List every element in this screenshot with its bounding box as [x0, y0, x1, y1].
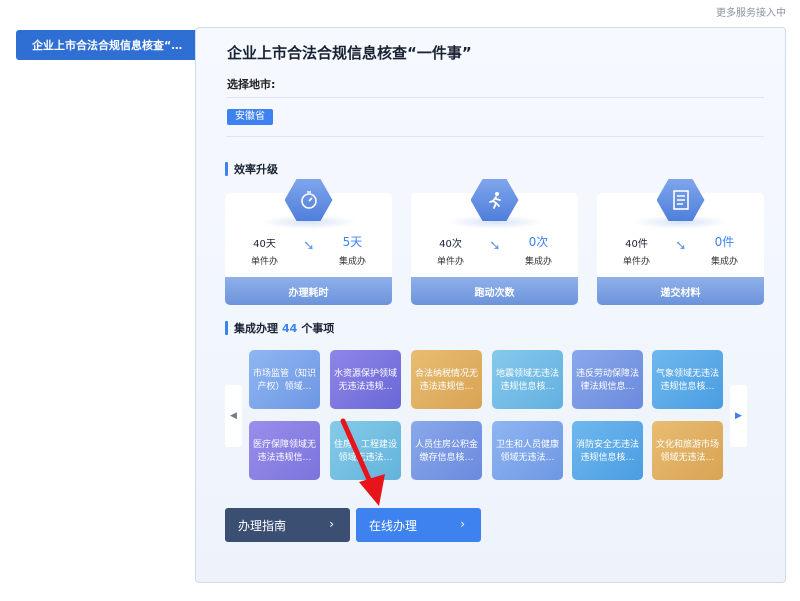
before-label: 单件办 — [251, 257, 279, 267]
efficiency-heading-text: 效率升级 — [234, 163, 278, 176]
integrated-count: 44 — [282, 321, 298, 335]
arrow-down-right-icon: ➘ — [489, 238, 501, 254]
efficiency-card-visits: 40次 单件办 ➘ 0次 集成办 跑动次数 — [411, 179, 578, 305]
after-value: 5天 — [342, 235, 363, 249]
after-value: 0次 — [528, 235, 549, 249]
divider — [226, 97, 764, 98]
before-value: 40次 — [439, 239, 462, 250]
card-footer: 递交材料 — [597, 277, 764, 305]
single-handling: 40件 单件办 — [623, 235, 650, 267]
matter-tile-label: 水资源保护领域无违法违规… — [334, 369, 397, 392]
more-services-link: 更多服务接入中 — [716, 8, 786, 19]
before-value: 40天 — [253, 239, 276, 250]
carousel-next-button[interactable]: ▶ — [730, 385, 747, 447]
chevron-right-icon: › — [460, 517, 465, 531]
online-apply-button-label: 在线办理 — [369, 518, 418, 533]
integrated-heading-prefix: 集成办理 — [234, 322, 278, 335]
carousel-prev-button[interactable]: ◀ — [225, 385, 242, 447]
matter-tile-label: 地震领域无违法违规信息核… — [496, 369, 559, 392]
matter-tile[interactable]: 气象领域无违法违规信息核… — [652, 350, 723, 409]
matter-tile-label: 卫生和人员健康领域无违法… — [496, 440, 559, 463]
heading-accent-bar — [225, 162, 228, 176]
efficiency-card-materials: 40件 单件办 ➘ 0件 集成办 递交材料 — [597, 179, 764, 305]
matter-tile[interactable]: 市场监管（知识产权）领域… — [249, 350, 320, 409]
single-handling: 40次 单件办 — [437, 235, 464, 267]
integrated-heading: 集成办理 44 个事项 — [225, 320, 334, 336]
divider — [226, 136, 764, 137]
matter-tile[interactable]: 消防安全无违法违规信息核… — [572, 421, 643, 480]
arrow-down-right-icon: ➘ — [675, 238, 687, 254]
integrated-handling: 0件 集成办 — [711, 233, 738, 267]
before-label: 单件办 — [623, 257, 651, 267]
integrated-handling: 0次 集成办 — [525, 233, 552, 267]
after-label: 集成办 — [338, 257, 366, 267]
matter-tile-label: 人员住房公积金缴存信息核… — [415, 440, 478, 463]
efficiency-card-time: 40天 单件办 ➘ 5天 集成办 办理耗时 — [225, 179, 392, 305]
matter-tile[interactable]: 人员住房公积金缴存信息核… — [411, 421, 482, 480]
chevron-left-icon: ◀ — [230, 411, 237, 421]
matter-tile-label: 医疗保障领域无违法违规信… — [253, 440, 316, 463]
single-handling: 40天 单件办 — [251, 235, 278, 267]
after-value: 0件 — [714, 235, 735, 249]
guide-button[interactable]: 办理指南 › — [225, 508, 350, 542]
after-label: 集成办 — [710, 257, 738, 267]
after-label: 集成办 — [524, 257, 552, 267]
integrated-heading-suffix: 个事项 — [301, 322, 335, 335]
chevron-right-icon: › — [329, 517, 334, 531]
matter-tile[interactable]: 医疗保障领域无违法违规信… — [249, 421, 320, 480]
matter-tile[interactable]: 合法纳税情况无违法违规信… — [411, 350, 482, 409]
matter-tile-label: 消防安全无违法违规信息核… — [576, 440, 639, 463]
matter-tile[interactable]: 水资源保护领域无违法违规… — [330, 350, 401, 409]
efficiency-heading: 效率升级 — [225, 161, 278, 177]
matter-tile-label: 违反劳动保障法律法规信息… — [576, 369, 639, 392]
heading-accent-bar — [225, 321, 228, 335]
matter-tile-label: 文化和旅游市场领域无违法… — [656, 440, 719, 463]
matter-tile[interactable]: 地震领域无违法违规信息核… — [492, 350, 563, 409]
matter-tile-label: 合法纳税情况无违法违规信… — [415, 369, 478, 392]
before-label: 单件办 — [437, 257, 465, 267]
city-select-label: 选择地市: — [227, 78, 276, 91]
online-apply-button[interactable]: 在线办理 › — [356, 508, 481, 542]
matter-tile-label: 市场监管（知识产权）领域… — [253, 369, 316, 392]
document-icon — [656, 179, 705, 221]
page-title: 企业上市合法合规信息核查“一件事” — [227, 44, 472, 62]
red-annotation-arrow-icon — [340, 418, 385, 506]
integrated-handling: 5天 集成办 — [339, 233, 366, 267]
province-tag-anhui[interactable]: 安徽省 — [227, 109, 273, 125]
chevron-right-icon: ▶ — [735, 411, 742, 421]
arrow-down-right-icon: ➘ — [303, 238, 315, 254]
main-panel: 企业上市合法合规信息核查“一件事” 选择地市: 安徽省 效率升级 40天 单件办… — [195, 27, 786, 583]
matter-tile[interactable]: 违反劳动保障法律法规信息… — [572, 350, 643, 409]
matter-tile[interactable]: 文化和旅游市场领域无违法… — [652, 421, 723, 480]
matter-tile-label: 气象领域无违法违规信息核… — [656, 369, 719, 392]
stopwatch-icon — [284, 179, 333, 221]
guide-button-label: 办理指南 — [238, 518, 287, 533]
card-footer: 办理耗时 — [225, 277, 392, 305]
running-person-icon — [470, 179, 519, 221]
before-value: 40件 — [625, 239, 648, 250]
card-footer: 跑动次数 — [411, 277, 578, 305]
matter-tile[interactable]: 卫生和人员健康领域无违法… — [492, 421, 563, 480]
sidebar-tab-listing-check[interactable]: 企业上市合法合规信息核查“… — [16, 30, 197, 60]
